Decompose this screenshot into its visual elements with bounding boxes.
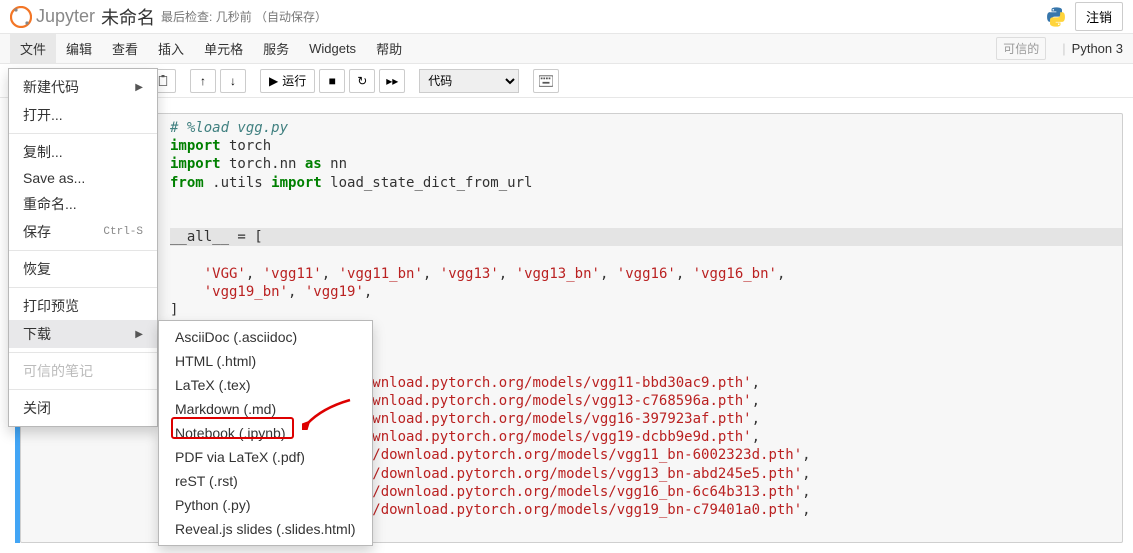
fast-forward-icon: ▸▸ [386, 74, 398, 88]
kernel-name[interactable]: Python 3 [1072, 41, 1123, 56]
python-icon [1045, 6, 1067, 28]
notebook-name[interactable]: 未命名 [101, 4, 155, 30]
keyboard-icon [539, 75, 553, 87]
menu-save[interactable]: 保存Ctrl-S [9, 218, 157, 246]
header-right: 注销 [1045, 2, 1123, 31]
menu-save-as[interactable]: Save as... [9, 166, 157, 190]
separator [9, 352, 157, 353]
move-up-button[interactable]: ↑ [190, 69, 216, 93]
menu-print-preview[interactable]: 打印预览 [9, 292, 157, 320]
menu-open[interactable]: 打开... [9, 101, 157, 129]
download-html[interactable]: HTML (.html) [159, 349, 372, 373]
menu-rename[interactable]: 重命名... [9, 190, 157, 218]
restart-button[interactable]: ↻ [349, 69, 375, 93]
download-reveal[interactable]: Reveal.js slides (.slides.html) [159, 517, 372, 541]
play-icon: ▶ [269, 74, 278, 88]
run-label: 运行 [282, 72, 306, 89]
jupyter-icon [10, 6, 32, 28]
logout-button[interactable]: 注销 [1075, 2, 1123, 31]
download-notebook[interactable]: Notebook (.ipynb) [159, 421, 372, 445]
download-pdf[interactable]: PDF via LaTeX (.pdf) [159, 445, 372, 469]
save-shortcut: Ctrl-S [103, 226, 143, 238]
menu-close[interactable]: 关闭 [9, 394, 157, 422]
menu-copy[interactable]: 复制... [9, 138, 157, 166]
menu-kernel[interactable]: 服务 [253, 34, 299, 63]
header: Jupyter 未命名 最后检查: 几秒前 （自动保存） 注销 [0, 0, 1133, 34]
paste-icon [157, 75, 169, 87]
separator [9, 287, 157, 288]
separator [9, 389, 157, 390]
logo-text: Jupyter [36, 6, 95, 27]
command-palette-button[interactable] [533, 69, 559, 93]
menubar: 文件 编辑 查看 插入 单元格 服务 Widgets 帮助 可信的 | Pyth… [0, 34, 1133, 64]
jupyter-logo[interactable]: Jupyter [10, 6, 95, 28]
download-rst[interactable]: reST (.rst) [159, 469, 372, 493]
arrow-down-icon: ↓ [230, 74, 236, 88]
kernel-separator: | [1062, 41, 1065, 56]
menu-edit[interactable]: 编辑 [56, 34, 102, 63]
menu-trusted-notebook: 可信的笔记 [9, 357, 157, 385]
run-button[interactable]: ▶ 运行 [260, 69, 315, 93]
menu-download[interactable]: 下载▶ [9, 320, 157, 348]
trusted-indicator[interactable]: 可信的 [996, 37, 1046, 60]
file-dropdown: 新建代码▶ 打开... 复制... Save as... 重命名... 保存Ct… [8, 68, 158, 427]
menu-view[interactable]: 查看 [102, 34, 148, 63]
menu-new[interactable]: 新建代码▶ [9, 73, 157, 101]
separator [9, 133, 157, 134]
checkpoint-status: 最后检查: 几秒前 （自动保存） [161, 8, 327, 25]
move-down-button[interactable]: ↓ [220, 69, 246, 93]
chevron-right-icon: ▶ [135, 329, 143, 340]
menu-help[interactable]: 帮助 [366, 34, 412, 63]
menu-cell[interactable]: 单元格 [194, 34, 253, 63]
download-submenu: AsciiDoc (.asciidoc) HTML (.html) LaTeX … [158, 320, 373, 546]
menu-widgets[interactable]: Widgets [299, 36, 366, 61]
menu-insert[interactable]: 插入 [148, 34, 194, 63]
arrow-up-icon: ↑ [200, 74, 206, 88]
separator [9, 250, 157, 251]
stop-button[interactable]: ■ [319, 69, 345, 93]
download-latex[interactable]: LaTeX (.tex) [159, 373, 372, 397]
restart-icon: ↻ [357, 74, 367, 88]
menu-revert[interactable]: 恢复 [9, 255, 157, 283]
cell-type-select[interactable]: 代码 [419, 69, 519, 93]
toolbar: ✚ ✂ ↑ ↓ ▶运行 ■ ↻ ▸▸ 代码 [0, 64, 1133, 98]
menu-file[interactable]: 文件 [10, 34, 56, 63]
download-asciidoc[interactable]: AsciiDoc (.asciidoc) [159, 325, 372, 349]
download-python[interactable]: Python (.py) [159, 493, 372, 517]
download-markdown[interactable]: Markdown (.md) [159, 397, 372, 421]
chevron-right-icon: ▶ [135, 82, 143, 93]
restart-run-button[interactable]: ▸▸ [379, 69, 405, 93]
stop-icon: ■ [329, 74, 336, 88]
